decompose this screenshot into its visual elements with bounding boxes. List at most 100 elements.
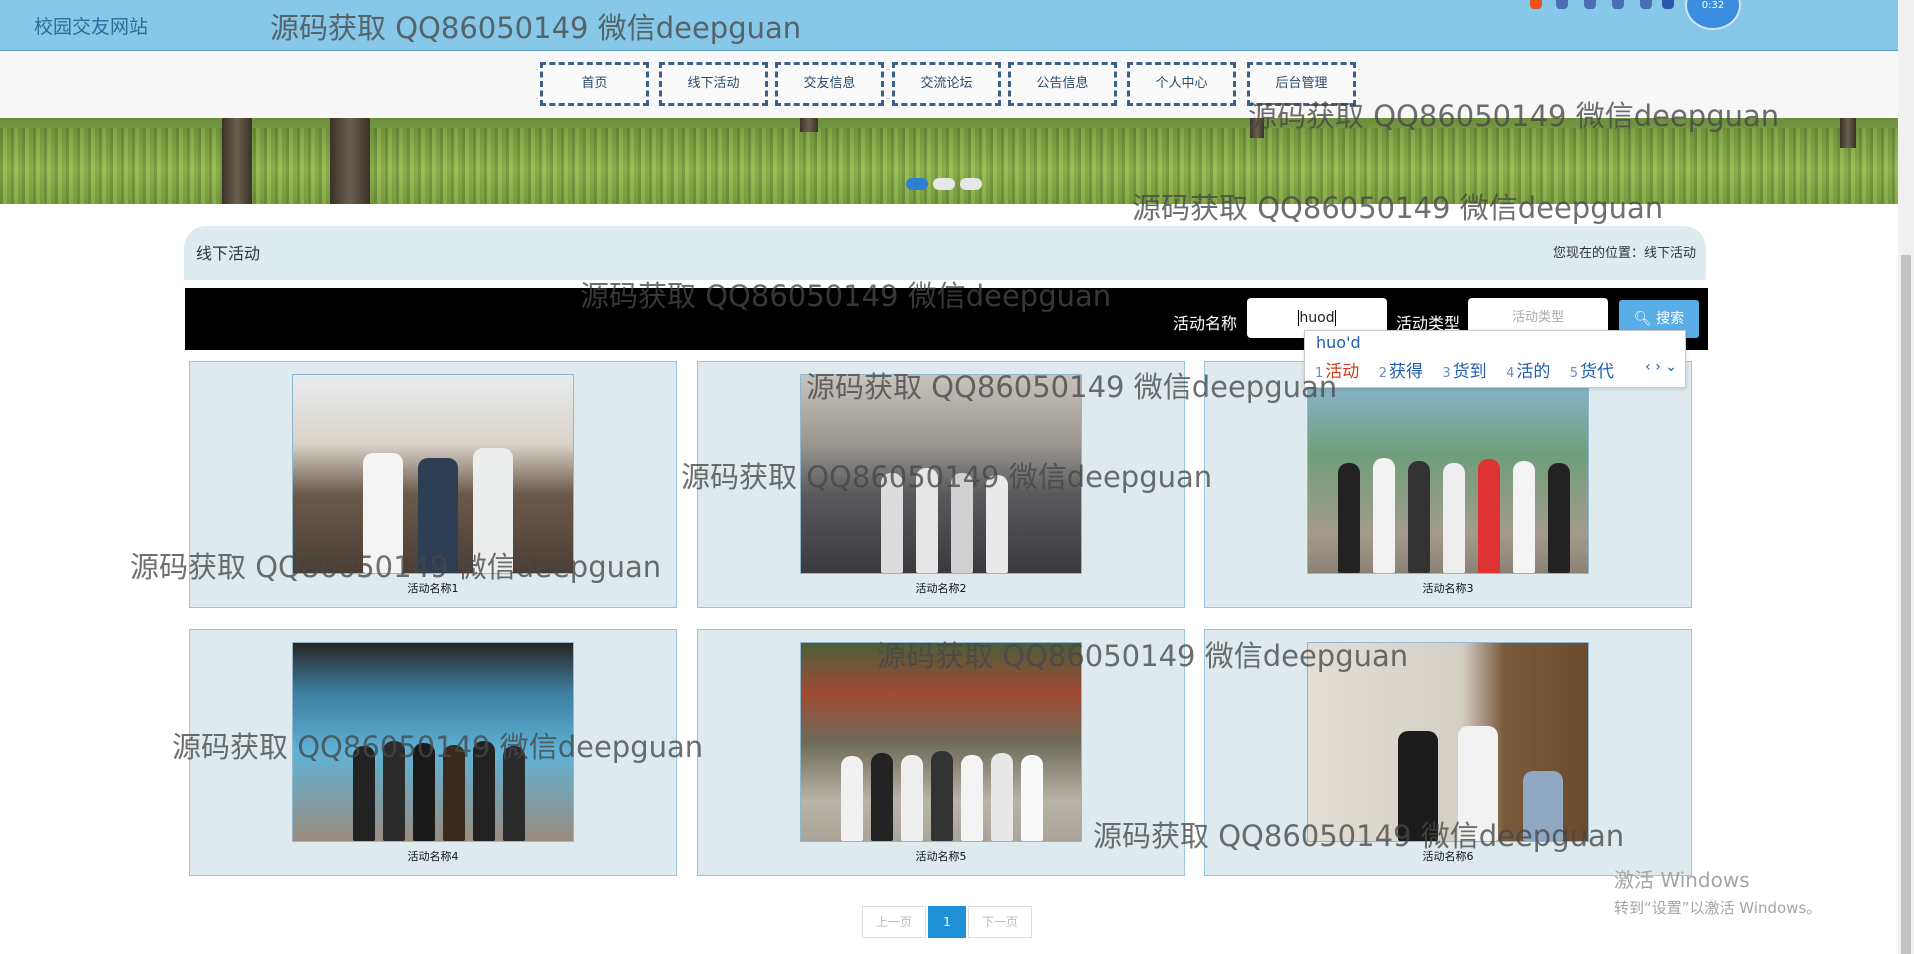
- ime-composition: huo'd: [1316, 333, 1361, 352]
- banner-tree: [330, 118, 370, 204]
- photo-figure: [353, 746, 375, 841]
- activity-photo[interactable]: [292, 642, 574, 842]
- page-1-button[interactable]: 1: [928, 906, 966, 938]
- photo-people: [1308, 726, 1588, 841]
- activity-name[interactable]: 活动名称6: [1205, 848, 1691, 864]
- activity-card-6[interactable]: 活动名称6: [1204, 629, 1692, 876]
- site-title[interactable]: 校园交友网站: [34, 12, 148, 39]
- photo-figure: [1513, 461, 1535, 573]
- photo-figure: [1523, 771, 1563, 841]
- ime-candidate-text: 货到: [1452, 362, 1487, 382]
- ime-candidate-number: 4: [1506, 366, 1515, 381]
- photo-people: [801, 468, 1081, 573]
- page-scrollbar[interactable]: [1898, 0, 1914, 954]
- photo-figure: [503, 746, 525, 841]
- ime-candidate-number: 1: [1315, 366, 1324, 381]
- photo-figure: [916, 468, 938, 573]
- activity-name[interactable]: 活动名称2: [698, 580, 1184, 596]
- activity-card-4[interactable]: 活动名称4: [189, 629, 677, 876]
- photo-figure: [1398, 731, 1438, 841]
- activation-title: 激活 Windows: [1614, 868, 1750, 892]
- activation-subtitle: 转到“设置”以激活 Windows。: [1614, 899, 1822, 917]
- activity-card-2[interactable]: 活动名称2: [697, 361, 1185, 608]
- photo-figure: [1458, 726, 1498, 841]
- activity-name[interactable]: 活动名称5: [698, 848, 1184, 864]
- photo-figure: [931, 751, 953, 841]
- search-icon: 🔍︎: [1633, 311, 1652, 327]
- activity-name[interactable]: 活动名称1: [190, 580, 676, 596]
- ime-candidate-number: 2: [1378, 366, 1387, 381]
- photo-figure: [1548, 463, 1570, 573]
- activity-photo[interactable]: [1307, 374, 1589, 574]
- photo-figure: [1021, 755, 1043, 841]
- activity-name-value: huod: [1299, 310, 1335, 326]
- sogou-icon[interactable]: [1530, 0, 1542, 9]
- tray-icon[interactable]: [1556, 0, 1568, 9]
- nav-dating-info[interactable]: 交友信息: [775, 62, 884, 106]
- tray-icon[interactable]: [1612, 0, 1624, 9]
- avatar[interactable]: 0:32: [1685, 0, 1741, 30]
- ime-candidate[interactable]: 1 活动: [1315, 362, 1359, 382]
- activity-photo[interactable]: [800, 374, 1082, 574]
- photo-figure: [1478, 459, 1500, 573]
- tray-icon[interactable]: [1640, 0, 1652, 9]
- ime-candidate[interactable]: 3 货到: [1442, 362, 1486, 382]
- nav-offline-activities[interactable]: 线下活动: [659, 62, 768, 106]
- nav-announcements[interactable]: 公告信息: [1008, 62, 1117, 106]
- photo-people: [801, 741, 1081, 841]
- activity-photo[interactable]: [800, 642, 1082, 842]
- activity-card-3[interactable]: 活动名称3: [1204, 361, 1692, 608]
- section-header: 线下活动 您现在的位置：线下活动: [184, 226, 1706, 280]
- system-tray: 0:32: [1530, 0, 1741, 30]
- nav-admin[interactable]: 后台管理: [1247, 62, 1356, 106]
- carousel-dot-2[interactable]: [933, 178, 955, 190]
- photo-figure: [961, 755, 983, 841]
- photo-figure: [1408, 461, 1430, 573]
- photo-figure: [1443, 463, 1465, 573]
- ime-candidate-number: 3: [1442, 366, 1451, 381]
- carousel-dot-3[interactable]: [960, 178, 982, 190]
- ime-page-arrows[interactable]: ‹ › ⌄: [1645, 359, 1677, 375]
- next-page-button[interactable]: 下一页: [968, 906, 1032, 938]
- ime-candidate[interactable]: 4 活的: [1506, 362, 1550, 382]
- tray-icon[interactable]: [1662, 0, 1674, 9]
- photo-figure: [473, 741, 495, 841]
- activity-photo[interactable]: [292, 374, 574, 574]
- tray-icon[interactable]: [1584, 0, 1596, 9]
- photo-people: [293, 448, 573, 573]
- photo-figure: [363, 453, 403, 573]
- windows-activation-notice: 激活 Windows 转到“设置”以激活 Windows。: [1614, 864, 1821, 918]
- photo-figure: [901, 755, 923, 841]
- scrollbar-thumb[interactable]: [1901, 255, 1911, 954]
- photo-figure: [383, 741, 405, 841]
- ime-candidate[interactable]: 2 获得: [1379, 362, 1423, 382]
- ime-candidate-text: 货代: [1580, 362, 1615, 382]
- activity-card-5[interactable]: 活动名称5: [697, 629, 1185, 876]
- prev-page-button[interactable]: 上一页: [862, 906, 926, 938]
- photo-figure: [951, 473, 973, 573]
- photo-figure: [841, 756, 863, 841]
- activity-name[interactable]: 活动名称3: [1205, 580, 1691, 596]
- ime-candidates: 1 活动 2 获得 3 货到 4 活的 5 货代: [1315, 357, 1628, 382]
- photo-figure: [1338, 463, 1360, 573]
- photo-figure: [443, 745, 465, 841]
- photo-figure: [413, 743, 435, 841]
- activity-name[interactable]: 活动名称4: [190, 848, 676, 864]
- carousel-dot-1[interactable]: [906, 178, 928, 190]
- ime-candidate[interactable]: 5 货代: [1570, 362, 1614, 382]
- ime-candidate-text: 活动: [1325, 362, 1360, 382]
- top-header: 校园交友网站 0:32: [0, 0, 1898, 51]
- photo-figure: [871, 753, 893, 841]
- nav-forum[interactable]: 交流论坛: [892, 62, 1001, 106]
- main-navbar: 首页 线下活动 交友信息 交流论坛 公告信息 个人中心 后台管理: [0, 51, 1898, 118]
- photo-figure: [418, 458, 458, 573]
- caret: [1334, 310, 1336, 326]
- activity-card-1[interactable]: 活动名称1: [189, 361, 677, 608]
- photo-people: [1308, 458, 1588, 573]
- nav-home[interactable]: 首页: [540, 62, 649, 106]
- nav-personal-center[interactable]: 个人中心: [1127, 62, 1236, 106]
- section-title: 线下活动: [196, 244, 261, 263]
- banner-tree: [1840, 118, 1856, 148]
- activity-photo[interactable]: [1307, 642, 1589, 842]
- banner-tree: [1250, 118, 1264, 138]
